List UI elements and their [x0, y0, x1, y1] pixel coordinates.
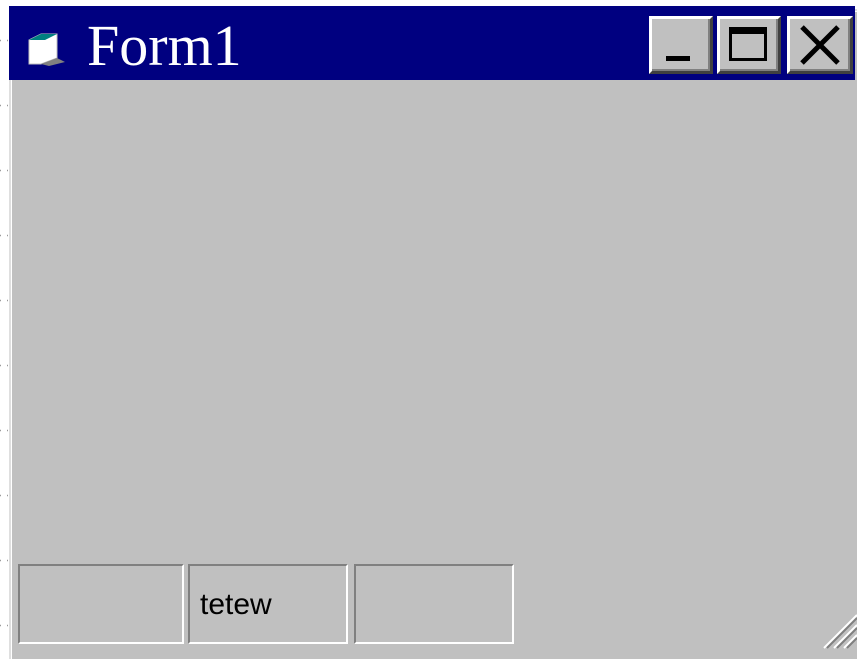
close-icon: [800, 25, 840, 65]
status-bar: tetew: [18, 564, 838, 646]
maximize-icon: [729, 27, 767, 61]
size-grip-icon[interactable]: [818, 604, 857, 649]
status-panel: [354, 564, 514, 644]
window-title: Form1: [87, 13, 242, 78]
minimize-button[interactable]: [649, 16, 713, 74]
maximize-button[interactable]: [717, 16, 781, 74]
close-button[interactable]: [787, 16, 853, 74]
status-panel: [18, 564, 184, 644]
minimize-icon: [666, 56, 690, 61]
form-icon: [28, 33, 65, 66]
title-bar[interactable]: Form1: [9, 6, 855, 80]
status-panel: tetew: [188, 564, 348, 644]
status-panel-text: tetew: [200, 588, 272, 621]
design-grid: [0, 0, 8, 649]
form-window[interactable]: [9, 9, 857, 659]
